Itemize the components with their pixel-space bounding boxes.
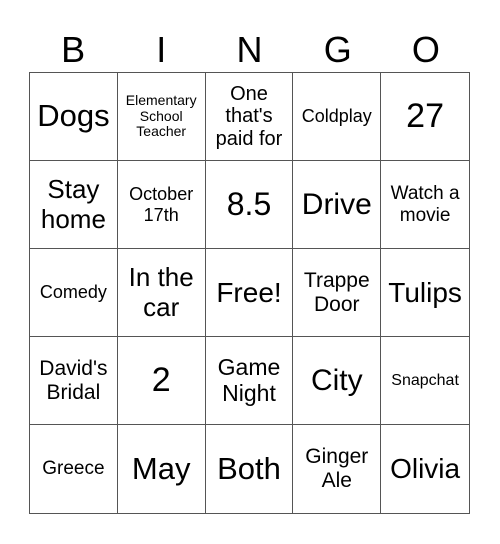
bingo-cell[interactable]: Comedy [30,249,118,337]
bingo-cell[interactable]: Watch a movie [381,161,469,249]
bingo-cell[interactable]: Coldplay [293,73,382,161]
bingo-cell[interactable]: Elementary School Teacher [117,73,206,161]
header-letter-n: N [236,29,263,70]
bingo-cell[interactable]: In the car [117,249,206,337]
bingo-cell[interactable]: Snapchat [381,337,469,425]
bingo-cell[interactable]: 27 [381,73,469,161]
bingo-cell[interactable]: Stay home [30,161,118,249]
bingo-cell[interactable]: David's Bridal [30,337,118,425]
bingo-cell[interactable]: Trappe Door [293,249,382,337]
header-letter-b: B [61,29,86,70]
header-letter-i: I [156,29,167,70]
bingo-cell[interactable]: Game Night [205,337,294,425]
bingo-cell[interactable]: One that's paid for [205,73,294,161]
bingo-header: B I N G O [29,28,470,72]
free-space-cell[interactable]: Free! [205,249,294,337]
bingo-cell[interactable]: 2 [117,337,206,425]
bingo-cell[interactable]: Greece [30,425,118,513]
bingo-cell[interactable]: Olivia [381,425,469,513]
bingo-cell[interactable]: October 17th [117,161,206,249]
bingo-cell[interactable]: Tulips [381,249,469,337]
bingo-cell[interactable]: Both [206,425,294,513]
header-letter-g: G [323,29,352,70]
bingo-cell[interactable]: City [293,337,382,425]
bingo-grid: Dogs Elementary School Teacher One that'… [29,72,470,514]
header-letter-o: O [411,29,440,70]
bingo-cell[interactable]: Ginger Ale [293,425,382,513]
bingo-cell[interactable]: May [118,425,206,513]
bingo-cell[interactable]: Drive [293,161,382,249]
bingo-cell[interactable]: Dogs [30,73,118,161]
bingo-cell[interactable]: 8.5 [205,161,294,249]
